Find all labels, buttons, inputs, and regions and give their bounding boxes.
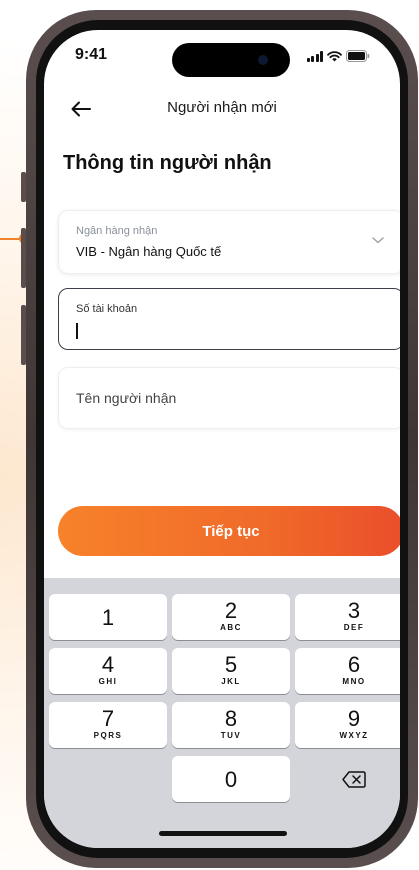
key-digit: 1 (101, 605, 115, 630)
home-indicator (159, 831, 287, 836)
status-bar: 9:41 (44, 30, 400, 80)
key-0[interactable]: 0 (172, 756, 290, 802)
key-2[interactable]: 2 ABC (172, 594, 290, 640)
key-letters: ABC (220, 623, 242, 632)
key-1[interactable]: 1 (49, 594, 167, 640)
account-field-label: Số tài khoản (76, 303, 138, 315)
key-3[interactable]: 3 DEF (295, 594, 400, 640)
bank-select-field[interactable]: Ngân hàng nhận VIB - Ngân hàng Quốc tế (58, 210, 400, 274)
key-letters: JKL (221, 677, 241, 686)
page-title: Người nhận mới (167, 99, 277, 116)
battery-icon (346, 50, 370, 62)
section-title: Thông tin người nhận (63, 152, 272, 174)
continue-button-label: Tiếp tục (202, 522, 260, 540)
key-4[interactable]: 4 GHI (49, 648, 167, 694)
phone-screen: 9:41 Người nhận mới Thông tin người nhận… (44, 30, 400, 848)
continue-button[interactable]: Tiếp tục (58, 506, 400, 556)
recipient-name-placeholder: Tên người nhận (76, 390, 177, 406)
key-digit: 0 (224, 767, 238, 792)
dynamic-island (172, 43, 290, 77)
status-icons (306, 50, 371, 62)
key-digit: 7 (101, 706, 115, 731)
delete-key[interactable] (295, 756, 400, 802)
cellular-signal-icon (306, 51, 323, 62)
key-digit: 4 (101, 652, 115, 677)
key-digit: 5 (224, 652, 238, 677)
key-digit: 6 (347, 652, 361, 677)
key-digit: 8 (224, 706, 238, 731)
key-letters: MNO (342, 677, 366, 686)
backspace-icon (342, 770, 366, 788)
status-time: 9:41 (75, 46, 108, 63)
wifi-icon (327, 51, 342, 62)
account-number-input[interactable]: Số tài khoản (58, 288, 400, 350)
key-letters: DEF (343, 623, 365, 632)
bank-field-value: VIB - Ngân hàng Quốc tế (76, 244, 222, 259)
key-5[interactable]: 5 JKL (172, 648, 290, 694)
key-digit: 9 (347, 706, 361, 731)
text-cursor (76, 323, 78, 339)
key-9[interactable]: 9 WXYZ (295, 702, 400, 748)
key-digit: 2 (224, 598, 238, 623)
phone-frame: 9:41 Người nhận mới Thông tin người nhận… (26, 10, 418, 868)
key-8[interactable]: 8 TUV (172, 702, 290, 748)
key-6[interactable]: 6 MNO (295, 648, 400, 694)
bank-field-label: Ngân hàng nhận (76, 225, 158, 237)
navigation-bar: Người nhận mới (44, 94, 400, 124)
numeric-keypad: 1 2 ABC 3 DEF 4 GHI 5 JKL 6 MNO 7 PQRS 8… (44, 578, 400, 848)
camera-icon (258, 55, 268, 65)
chevron-down-icon (372, 237, 384, 244)
key-digit: 3 (347, 598, 361, 623)
key-letters: GHI (98, 677, 118, 686)
key-7[interactable]: 7 PQRS (49, 702, 167, 748)
key-letters: TUV (220, 731, 242, 740)
recipient-name-input[interactable]: Tên người nhận (58, 367, 400, 429)
key-letters: PQRS (93, 731, 123, 740)
key-letters: WXYZ (339, 731, 369, 740)
